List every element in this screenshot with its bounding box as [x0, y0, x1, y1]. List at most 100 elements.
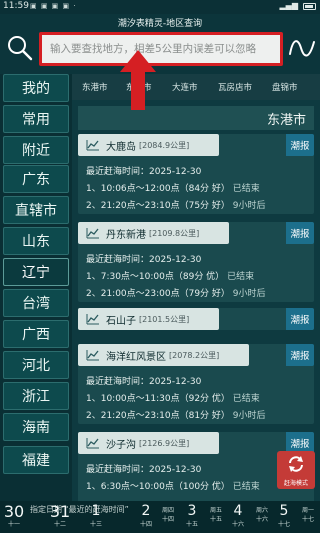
- tide-report-button[interactable]: 潮报: [286, 222, 314, 244]
- spot-times: 最近赶海时间：2025-12-30 1、10:00点～11:30点（92分 优）…: [86, 374, 311, 425]
- status-bar: 11:59 ▣ ▣ ▣ ▣ · ▂▄▆: [0, 0, 320, 14]
- lunar-day: 十五: [185, 521, 198, 528]
- line-status: 已结束: [227, 272, 255, 282]
- spot-card[interactable]: 丹东新港 [2109.8公里] 潮报 最近赶海时间：2025-12-30 1、7…: [78, 222, 314, 302]
- app-title: 潮汐表精灵-地区查询: [117, 19, 203, 29]
- sidebar-item-hebei[interactable]: 河北: [3, 351, 69, 379]
- time-line: 最近赶海时间：2025-12-30: [86, 164, 311, 181]
- sidebar-item-frequent[interactable]: 常用: [3, 105, 69, 133]
- chart-icon: [86, 438, 99, 449]
- time-line: 1、7:30点～10:00点（89分 优） 已结束: [86, 269, 311, 286]
- line-text: 2、21:20点～23:10点（75分 好）: [86, 201, 230, 211]
- search-icon: [8, 36, 33, 61]
- tide-report-button[interactable]: 潮报: [286, 308, 314, 330]
- date-number: 31: [49, 502, 71, 521]
- line-text: 1、10:06点～12:00点（84分 好）: [86, 184, 230, 194]
- date-number: 30: [3, 502, 25, 521]
- lunar-day: 十四: [139, 521, 152, 528]
- region-item[interactable]: 瓦房店市: [218, 81, 252, 93]
- signal-icon: ▂▄▆: [279, 1, 298, 10]
- date-cell[interactable]: 3 十五: [180, 503, 204, 529]
- sidebar-item-fujian[interactable]: 福建: [3, 446, 69, 474]
- date-number: 4: [233, 503, 243, 519]
- spot-card[interactable]: 石山子 [2101.5公里] 潮报: [78, 308, 314, 330]
- date-cell[interactable]: 31 十二: [48, 503, 72, 529]
- weekday-cell: 周四 十四: [156, 503, 180, 524]
- lunar-day: 十二: [53, 521, 66, 528]
- region-item[interactable]: 盘锦市: [272, 81, 298, 93]
- province-sidebar: 我的 常用 附近 广东 直辖市 山东 辽宁 台湾 广西 河北 浙江 海南 福建: [0, 74, 72, 501]
- line-text: 2、21:20点～23:10点（81分 好）: [86, 411, 230, 421]
- tide-wave-button[interactable]: [288, 34, 316, 62]
- sea-mode-button[interactable]: 赶海模式: [277, 451, 315, 489]
- spot-title[interactable]: 海洋红风景区 [2078.2公里]: [78, 344, 250, 366]
- spot-distance: [2126.9公里]: [139, 438, 190, 448]
- notification-icons: ▣ ▣ ▣ ▣ ·: [30, 2, 77, 10]
- spot-list: 东港市 大鹿岛 [2084.9公里] 潮报 最近赶海时间：2025-12-30 …: [72, 100, 320, 501]
- sidebar-item-mine[interactable]: 我的: [3, 74, 69, 102]
- tide-report-button[interactable]: 潮报: [286, 344, 314, 366]
- sidebar-item-hainan[interactable]: 海南: [3, 413, 69, 441]
- lunar-day: 十三: [89, 521, 102, 528]
- line-text: 最近赶海时间：2025-12-30: [86, 465, 202, 475]
- date-cell[interactable]: 2 十四: [134, 503, 158, 529]
- lunar-day: 十一: [7, 521, 20, 528]
- date-cell[interactable]: 5 十七: [272, 503, 296, 529]
- date-number: 5: [279, 503, 289, 519]
- tide-report-button[interactable]: 潮报: [286, 134, 314, 156]
- search-button[interactable]: [6, 34, 34, 62]
- spot-name: 沙子沟: [106, 439, 136, 451]
- region-item[interactable]: 东港市: [82, 81, 108, 93]
- lunar-day: 十六: [231, 521, 244, 528]
- spot-times: 最近赶海时间：2025-12-30 1、10:06点～12:00点（84分 好）…: [86, 164, 311, 215]
- chart-icon: [86, 350, 99, 361]
- spot-title[interactable]: 沙子沟 [2126.9公里]: [78, 432, 220, 454]
- time-line: 最近赶海时间：2025-12-30: [86, 252, 311, 269]
- search-input[interactable]: [42, 35, 280, 63]
- spot-name: 丹东新港: [106, 229, 146, 241]
- search-box: [39, 32, 283, 66]
- spot-distance: [2078.2公里]: [169, 350, 220, 360]
- weekday-cell: 周一 十七: [296, 503, 320, 524]
- date-bar: 指定日期 “最近的赶海时间” 30 十一 31 十二 1 十三 2 十四 周四 十四 3 十…: [0, 501, 320, 533]
- time-line: 2、21:00点～23:00点（79分 好） 9小时后: [86, 286, 311, 303]
- weekday-cell: 周五 十五: [204, 503, 228, 524]
- sidebar-item-taiwan[interactable]: 台湾: [3, 289, 69, 317]
- line-status: 9小时后: [232, 411, 266, 421]
- lunar-day: 十五: [209, 516, 222, 523]
- line-text: 1、6:30点～10:00点（100分 优）: [86, 482, 230, 492]
- line-status: 9小时后: [232, 201, 266, 211]
- sidebar-item-liaoning[interactable]: 辽宁: [3, 258, 69, 286]
- weekday-cell: 周六 十六: [250, 503, 274, 524]
- status-time: 11:59: [3, 1, 29, 11]
- sidebar-item-guangdong[interactable]: 广东: [3, 165, 69, 193]
- sea-mode-label: 赶海模式: [283, 480, 308, 487]
- spot-name: 大鹿岛: [106, 141, 136, 153]
- spot-title[interactable]: 丹东新港 [2109.8公里]: [78, 222, 230, 244]
- sidebar-item-guangxi[interactable]: 广西: [3, 320, 69, 348]
- date-cell[interactable]: 4 十六: [226, 503, 250, 529]
- spot-title[interactable]: 大鹿岛 [2084.9公里]: [78, 134, 220, 156]
- sidebar-item-shandong[interactable]: 山东: [3, 227, 69, 255]
- sidebar-item-nearby[interactable]: 附近: [3, 136, 69, 164]
- sidebar-item-municipality[interactable]: 直辖市: [3, 196, 69, 224]
- date-number: 2: [141, 503, 151, 519]
- date-cell[interactable]: 1 十三: [84, 503, 108, 529]
- spot-distance: [2101.5公里]: [139, 314, 190, 324]
- spot-card[interactable]: 大鹿岛 [2084.9公里] 潮报 最近赶海时间：2025-12-30 1、10…: [78, 134, 314, 214]
- date-number: 1: [91, 503, 101, 519]
- spot-distance: [2084.9公里]: [139, 140, 190, 150]
- line-text: 1、7:30点～10:00点（89分 优）: [86, 272, 225, 282]
- spot-title[interactable]: 石山子 [2101.5公里]: [78, 308, 220, 330]
- line-text: 2、21:00点～23:00点（79分 好）: [86, 289, 230, 299]
- weekday: 周一: [301, 507, 314, 514]
- time-line: 最近赶海时间：2025-12-30: [86, 374, 311, 391]
- sidebar-item-zhejiang[interactable]: 浙江: [3, 382, 69, 410]
- lunar-day: 十七: [301, 516, 314, 523]
- chart-icon: [86, 140, 99, 151]
- spot-times: 最近赶海时间：2025-12-30 1、7:30点～10:00点（89分 优） …: [86, 252, 311, 303]
- spot-card[interactable]: 海洋红风景区 [2078.2公里] 潮报 最近赶海时间：2025-12-30 1…: [78, 344, 314, 424]
- red-arrow-annotation: [120, 50, 156, 110]
- region-item[interactable]: 大连市: [172, 81, 198, 93]
- date-cell[interactable]: 30 十一: [2, 503, 26, 529]
